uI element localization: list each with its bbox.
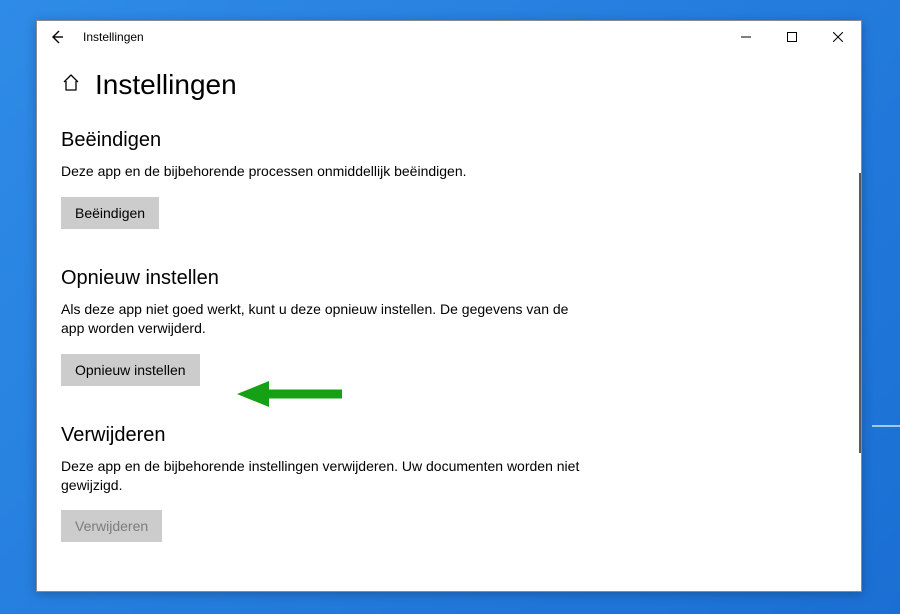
terminate-button[interactable]: Beëindigen bbox=[61, 197, 159, 229]
window-controls bbox=[723, 21, 861, 53]
window-title: Instellingen bbox=[83, 30, 144, 44]
uninstall-section: Verwijderen Deze app en de bijbehorende … bbox=[61, 424, 837, 543]
uninstall-button: Verwijderen bbox=[61, 510, 162, 542]
reset-button[interactable]: Opnieuw instellen bbox=[61, 354, 200, 386]
maximize-button[interactable] bbox=[769, 21, 815, 53]
scrollbar[interactable] bbox=[859, 173, 861, 453]
desktop-divider bbox=[872, 425, 900, 427]
uninstall-description: Deze app en de bijbehorende instellingen… bbox=[61, 457, 581, 495]
reset-title: Opnieuw instellen bbox=[61, 267, 837, 290]
home-icon[interactable] bbox=[61, 73, 81, 98]
terminate-section: Beëindigen Deze app en de bijbehorende p… bbox=[61, 129, 837, 229]
terminate-title: Beëindigen bbox=[61, 129, 837, 152]
page-title: Instellingen bbox=[95, 69, 237, 101]
close-button[interactable] bbox=[815, 21, 861, 53]
content-area: Instellingen Beëindigen Deze app en de b… bbox=[37, 53, 861, 591]
titlebar: Instellingen bbox=[37, 21, 861, 53]
reset-description: Als deze app niet goed werkt, kunt u dez… bbox=[61, 300, 581, 338]
titlebar-left: Instellingen bbox=[45, 25, 144, 49]
back-button[interactable] bbox=[45, 25, 69, 49]
minimize-button[interactable] bbox=[723, 21, 769, 53]
terminate-description: Deze app en de bijbehorende processen on… bbox=[61, 162, 581, 181]
settings-window: Instellingen Instellingen Beëindigen Dez… bbox=[36, 20, 862, 592]
page-header: Instellingen bbox=[61, 69, 837, 101]
uninstall-title: Verwijderen bbox=[61, 424, 837, 447]
reset-section: Opnieuw instellen Als deze app niet goed… bbox=[61, 267, 837, 386]
